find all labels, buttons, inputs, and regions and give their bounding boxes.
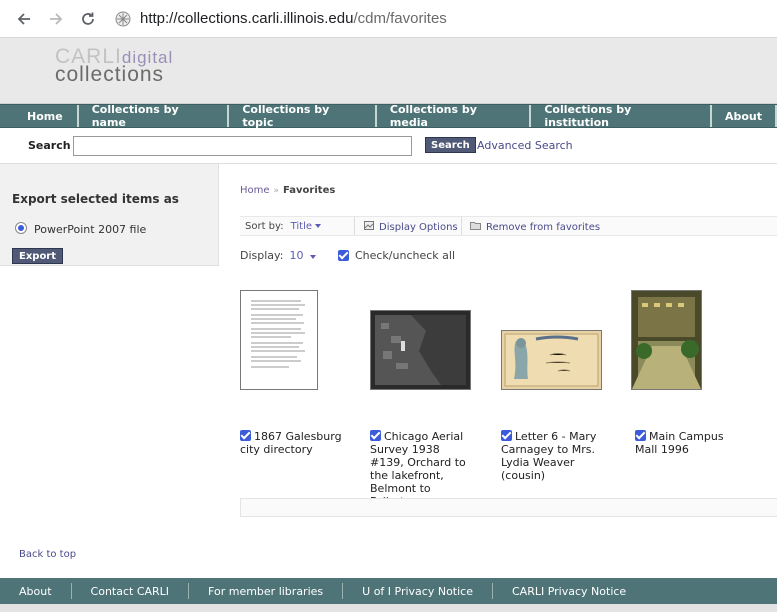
check-all-checkbox[interactable] [337, 250, 349, 261]
results-footer-bar [240, 498, 777, 517]
toolbar-divider [354, 217, 355, 235]
nav-home[interactable]: Home [0, 105, 79, 127]
nav-collections-by-institution[interactable]: Collections by institution [531, 103, 712, 129]
item-caption: Chicago Aerial Survey 1938 #139, Orchard… [370, 430, 475, 508]
url-host: http://collections.carli.illinois.edu [140, 10, 354, 27]
powerpoint-option-label[interactable]: PowerPoint 2007 file [34, 223, 146, 236]
export-button[interactable]: Export [12, 248, 64, 264]
remove-label: Remove from favorites [486, 221, 601, 233]
address-bar[interactable]: http://collections.carli.illinois.edu/cd… [140, 10, 447, 27]
sort-label: Sort by: [245, 220, 284, 232]
nav-collections-by-media[interactable]: Collections by media [377, 103, 532, 129]
remove-from-favorites-button[interactable]: Remove from favorites [470, 221, 600, 233]
search-bar: Search Search Advanced Search [0, 128, 777, 164]
display-row: Display: 10 Check/uncheck all [240, 249, 455, 262]
reload-icon[interactable] [78, 9, 98, 29]
results-toolbar: Sort by: Title Display Options Remove fr… [240, 216, 777, 236]
nav-collections-by-name[interactable]: Collections by name [79, 103, 230, 129]
item-checkbox[interactable] [240, 430, 251, 441]
breadcrumb-separator-icon: » [273, 186, 280, 196]
footer-strip [0, 604, 777, 612]
breadcrumb: Home» Favorites [240, 185, 335, 196]
site-banner: CARLIdigital collections [0, 38, 777, 104]
item-checkbox[interactable] [501, 430, 512, 441]
item-thumbnail-mall[interactable] [631, 290, 702, 390]
export-panel: Export selected items as PowerPoint 2007… [0, 164, 219, 266]
toolbar-divider [461, 217, 462, 235]
nav-about[interactable]: About [712, 105, 777, 127]
item-caption: Letter 6 - Mary Carnagey to Mrs. Lydia W… [501, 430, 611, 482]
forward-arrow-icon[interactable] [46, 9, 66, 29]
display-count-dropdown[interactable]: 10 [289, 249, 316, 262]
logo-collections-text: collections [55, 63, 165, 86]
display-count-value: 10 [289, 249, 304, 262]
search-button[interactable]: Search [425, 137, 476, 153]
search-label: Search [28, 139, 71, 152]
display-options-button[interactable]: Display Options [364, 221, 458, 233]
browser-toolbar: http://collections.carli.illinois.edu/cd… [0, 0, 777, 38]
item-checkbox[interactable] [370, 430, 381, 441]
search-input[interactable] [73, 136, 412, 156]
item-title-link[interactable]: Letter 6 - Mary Carnagey to Mrs. Lydia W… [501, 430, 596, 482]
item-title-link[interactable]: 1867 Galesburg city directory [240, 430, 342, 456]
item-thumbnail-letter[interactable] [501, 330, 602, 390]
chevron-down-icon [315, 223, 322, 228]
breadcrumb-home[interactable]: Home [240, 185, 270, 196]
site-info-icon[interactable] [114, 10, 132, 28]
carli-logo[interactable]: CARLIdigital collections [55, 46, 173, 85]
item-title-link[interactable]: Main Campus Mall 1996 [635, 430, 724, 456]
url-path: /cdm/favorites [353, 10, 447, 27]
nav-collections-by-topic[interactable]: Collections by topic [229, 103, 377, 129]
sort-value: Title [290, 220, 313, 232]
item-checkbox[interactable] [635, 430, 646, 441]
item-caption: Main Campus Mall 1996 [635, 430, 735, 456]
breadcrumb-current: Favorites [283, 185, 336, 196]
item-caption: 1867 Galesburg city directory [240, 430, 350, 456]
item-thumbnail-aerial[interactable] [370, 310, 471, 390]
footer-contact-carli[interactable]: Contact CARLI [72, 583, 190, 599]
footer-member-libraries[interactable]: For member libraries [189, 583, 344, 599]
folder-icon [470, 221, 481, 233]
back-arrow-icon[interactable] [14, 9, 34, 29]
advanced-search-link[interactable]: Advanced Search [477, 139, 573, 152]
image-icon [364, 221, 374, 233]
footer-about[interactable]: About [0, 583, 72, 599]
item-title-link[interactable]: Chicago Aerial Survey 1938 #139, Orchard… [370, 430, 466, 508]
footer-carli-privacy[interactable]: CARLI Privacy Notice [493, 583, 645, 599]
display-options-label: Display Options [379, 221, 458, 233]
display-label: Display: [240, 249, 284, 262]
footer-uofi-privacy[interactable]: U of I Privacy Notice [343, 583, 493, 599]
export-title: Export selected items as [12, 192, 179, 206]
sort-dropdown[interactable]: Title [290, 220, 322, 232]
check-all-label[interactable]: Check/uncheck all [355, 249, 455, 262]
site-footer: About Contact CARLI For member libraries… [0, 578, 777, 604]
main-nav: Home Collections by name Collections by … [0, 103, 777, 129]
item-thumbnail-directory[interactable] [240, 290, 318, 390]
chevron-down-icon [309, 255, 316, 259]
back-to-top-link[interactable]: Back to top [19, 549, 76, 560]
powerpoint-radio[interactable] [15, 222, 27, 234]
